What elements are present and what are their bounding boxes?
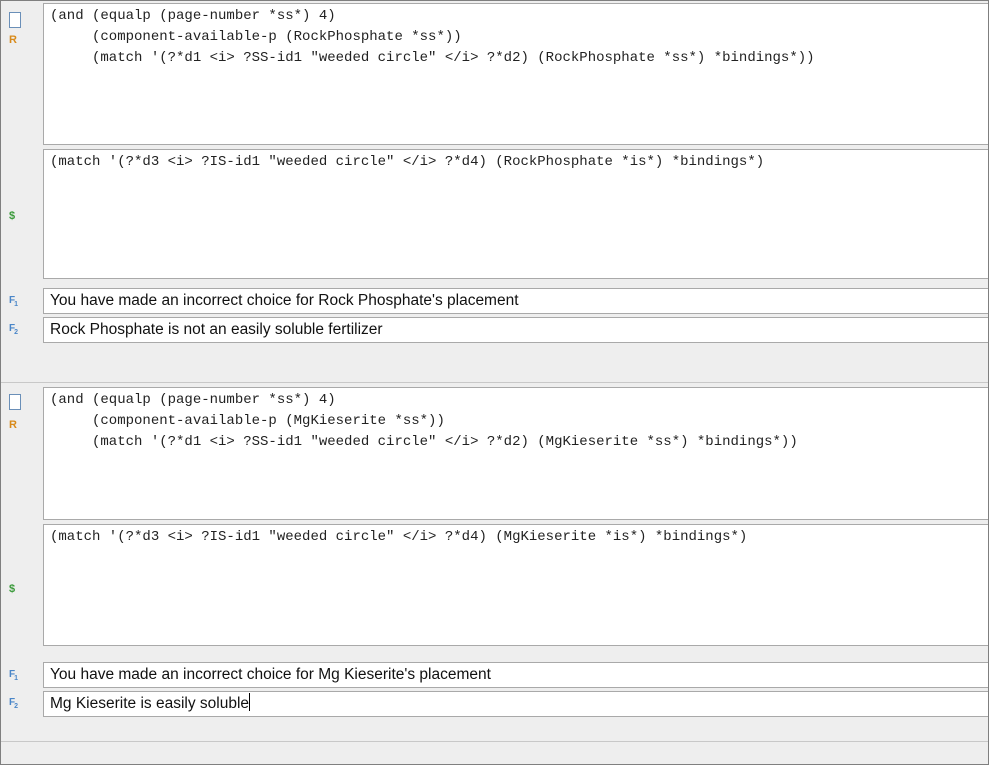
text-caret xyxy=(249,693,251,711)
rule-2-action-editor[interactable]: (match '(?*d3 <i> ?IS-id1 "weeded circle… xyxy=(43,524,988,646)
rule-1-condition-editor[interactable]: (and (equalp (page-number *ss*) 4) (comp… xyxy=(43,3,988,145)
action-line: (match '(?*d3 <i> ?IS-id1 "weeded circle… xyxy=(50,154,765,170)
condition-line: (match '(?*d1 <i> ?SS-id1 "weeded circle… xyxy=(50,434,798,450)
rule-separator xyxy=(1,741,988,742)
rule-block-2: R (and (equalp (page-number *ss*) 4) (co… xyxy=(7,387,988,737)
condition-line: (component-available-p (MgKieserite *ss*… xyxy=(50,413,445,429)
rule-separator xyxy=(1,382,988,383)
action-line: (match '(?*d3 <i> ?IS-id1 "weeded circle… xyxy=(50,529,748,545)
condition-line: (component-available-p (RockPhosphate *s… xyxy=(50,29,462,45)
feedback-1-marker-icon: F1 xyxy=(9,669,18,682)
rule-1-feedback-2-field[interactable]: Rock Phosphate is not an easily soluble … xyxy=(43,317,988,343)
rule-editor-window: R (and (equalp (page-number *ss*) 4) (co… xyxy=(0,0,989,765)
condition-line: (and (equalp (page-number *ss*) 4) xyxy=(50,392,336,408)
rule-1-select-checkbox[interactable] xyxy=(9,12,21,28)
rule-2-feedback-2-field[interactable]: Mg Kieserite is easily soluble xyxy=(43,691,988,717)
rule-marker-icon: R xyxy=(9,34,17,46)
feedback-2-marker-icon: F2 xyxy=(9,323,18,336)
rule-1-action-editor[interactable]: (match '(?*d3 <i> ?IS-id1 "weeded circle… xyxy=(43,149,988,279)
condition-line: (and (equalp (page-number *ss*) 4) xyxy=(50,8,336,24)
rule-marker-icon: R xyxy=(9,419,17,431)
feedback-2-text: Mg Kieserite is easily soluble xyxy=(50,695,250,712)
action-marker-icon: $ xyxy=(9,583,16,595)
rule-1-feedback-1-field[interactable]: You have made an incorrect choice for Ro… xyxy=(43,288,988,314)
feedback-1-marker-icon: F1 xyxy=(9,295,18,308)
action-marker-icon: $ xyxy=(9,210,16,222)
feedback-2-marker-icon: F2 xyxy=(9,697,18,710)
condition-line: (match '(?*d1 <i> ?SS-id1 "weeded circle… xyxy=(50,50,815,66)
rule-2-select-checkbox[interactable] xyxy=(9,394,21,410)
rule-2-condition-editor[interactable]: (and (equalp (page-number *ss*) 4) (comp… xyxy=(43,387,988,520)
rule-2-feedback-1-field[interactable]: You have made an incorrect choice for Mg… xyxy=(43,662,988,688)
rule-block-1: R (and (equalp (page-number *ss*) 4) (co… xyxy=(7,3,988,379)
